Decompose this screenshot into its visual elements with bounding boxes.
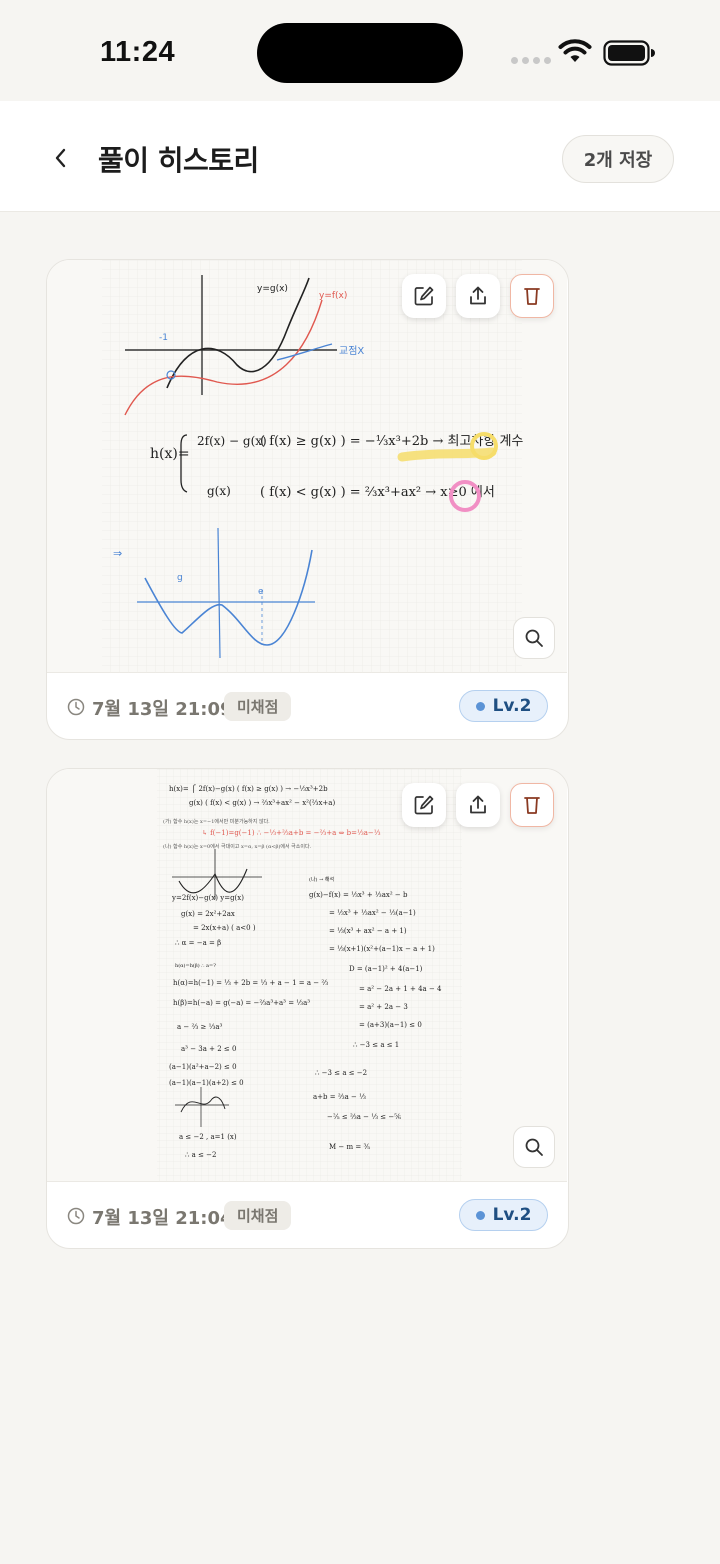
- magnifier-icon: [525, 1138, 543, 1156]
- svg-text:∴ α = −a = β: ∴ α = −a = β: [175, 939, 221, 947]
- signal-icon: [511, 57, 551, 64]
- svg-text:a³ − 3a + 2 ≤ 0: a³ − 3a + 2 ≤ 0: [181, 1045, 236, 1053]
- svg-text:(나) 함수 h(x)는 x=0에서 극대이고 x=α, x: (나) 함수 h(x)는 x=0에서 극대이고 x=α, x=β (α<β)에서…: [163, 843, 312, 850]
- level-badge: Lv.2: [459, 690, 548, 722]
- svg-text:= a² + 2a − 3: = a² + 2a − 3: [359, 1003, 408, 1011]
- svg-text:a − ⅔ ≥ ⅓a³: a − ⅔ ≥ ⅓a³: [177, 1023, 223, 1031]
- clock-icon: [67, 1207, 85, 1225]
- solution-thumbnail[interactable]: y=g(x) y=f(x) 교점X -1 h(x)= 2f(x) − g(x) …: [47, 260, 567, 673]
- card-footer: 7월 13일 21:09 미채점 Lv.2: [47, 674, 567, 739]
- svg-text:(a−1)(a−1)(a+2) ≤ 0: (a−1)(a−1)(a+2) ≤ 0: [169, 1079, 244, 1087]
- svg-text:2f(x) − g(x): 2f(x) − g(x): [197, 434, 267, 448]
- chevron-left-icon: [55, 148, 66, 168]
- delete-button[interactable]: [510, 783, 554, 827]
- svg-text:= ⅓(x+1)(x²+(a−1)x − a + 1): = ⅓(x+1)(x²+(a−1)x − a + 1): [329, 945, 435, 953]
- delete-icon: [524, 288, 540, 305]
- edit-icon: [414, 286, 434, 306]
- clock-icon: [67, 698, 85, 716]
- solution-thumbnail[interactable]: h(x)= ⎧ 2f(x)−g(x) ( f(x) ≥ g(x) ) → −⅓x…: [47, 769, 567, 1182]
- history-card[interactable]: y=g(x) y=f(x) 교점X -1 h(x)= 2f(x) − g(x) …: [46, 259, 569, 740]
- svg-text:g: g: [177, 573, 183, 583]
- svg-text:a ≤ −2 , a=1 (x): a ≤ −2 , a=1 (x): [179, 1133, 237, 1141]
- dynamic-island: [257, 23, 463, 83]
- svg-text:∴ a ≤ −2: ∴ a ≤ −2: [185, 1151, 217, 1159]
- svg-text:( f(x) < g(x) ) = ⅔x³+ax² →: ( f(x) < g(x) ) = ⅔x³+ax² → x≥0 에서: [260, 485, 495, 500]
- svg-text:h(α)=h(−1) = ⅓ + 2b = ⅓ + a −: h(α)=h(−1) = ⅓ + 2b = ⅓ + a − 1 = a − ⅔: [173, 979, 328, 987]
- saved-count-badge: 2개 저장: [562, 135, 674, 183]
- svg-text:= a² − 2a + 1 + 4a − 4: = a² − 2a + 1 + 4a − 4: [359, 985, 442, 993]
- handwriting-image: y=g(x) y=f(x) 교점X -1 h(x)= 2f(x) − g(x) …: [102, 260, 523, 673]
- svg-text:↳ f(−1)=g(−1) ∴ −⅓+⅔a+b = −⅔: ↳ f(−1)=g(−1) ∴ −⅓+⅔a+b = −⅔+a ⇔ b=⅓a−⅓: [202, 829, 381, 837]
- svg-text:(a−1)(a²+a−2) ≤ 0: (a−1)(a²+a−2) ≤ 0: [169, 1063, 237, 1071]
- svg-text:g(x)−f(x) = ⅓x³ + ⅓ax² − b: g(x)−f(x) = ⅓x³ + ⅓ax² − b: [309, 891, 408, 899]
- svg-text:(가) 함수 h(x)는 x=−1에서만 미분가능하지 않다: (가) 함수 h(x)는 x=−1에서만 미분가능하지 않다.: [163, 818, 270, 825]
- svg-text:h(x)= ⎧ 2f(x)−g(x) ( f(x) ≥ g: h(x)= ⎧ 2f(x)−g(x) ( f(x) ≥ g(x) ) → −⅓x…: [169, 784, 328, 793]
- handwriting-image: h(x)= ⎧ 2f(x)−g(x) ( f(x) ≥ g(x) ) → −⅓x…: [157, 769, 462, 1182]
- svg-text:D = (a−1)² + 4(a−1): D = (a−1)² + 4(a−1): [349, 965, 423, 973]
- edit-button[interactable]: [402, 274, 446, 318]
- share-button[interactable]: [456, 783, 500, 827]
- svg-text:∴ −3 ≤ a ≤ 1: ∴ −3 ≤ a ≤ 1: [353, 1041, 399, 1049]
- svg-text:= 2x(x+a) ( a<0 ): = 2x(x+a) ( a<0 ): [193, 924, 256, 932]
- svg-text:= ⅓x³ + ⅓ax² − ⅓(a−1): = ⅓x³ + ⅓ax² − ⅓(a−1): [329, 909, 416, 917]
- level-label: Lv.2: [492, 1205, 532, 1225]
- svg-text:-1: -1: [159, 333, 168, 343]
- delete-button[interactable]: [510, 274, 554, 318]
- grading-status-badge: 미채점: [224, 692, 292, 721]
- svg-text:교점X: 교점X: [339, 345, 364, 357]
- svg-text:h(x)=: h(x)=: [150, 446, 190, 462]
- svg-text:−⅖ ≤ ⅔a − ⅓ ≤ −⅚: −⅖ ≤ ⅔a − ⅓ ≤ −⅚: [327, 1113, 401, 1121]
- svg-text:y=f(x): y=f(x): [319, 291, 347, 301]
- level-badge: Lv.2: [459, 1199, 548, 1231]
- svg-text:∴ −3 ≤ a ≤ −2: ∴ −3 ≤ a ≤ −2: [315, 1069, 367, 1077]
- svg-text:y=g(x): y=g(x): [257, 284, 288, 294]
- wifi-icon: [558, 39, 592, 62]
- svg-text:e: e: [258, 587, 264, 597]
- solution-date: 7월 13일 21:04: [92, 1208, 233, 1229]
- edit-icon: [414, 795, 434, 815]
- delete-icon: [524, 797, 540, 814]
- level-label: Lv.2: [492, 696, 532, 716]
- svg-text:h(α)=h(β) ∴ a=?: h(α)=h(β) ∴ a=?: [175, 962, 216, 969]
- svg-text:g(x) ( f(x) < g(x) ) →: g(x) ( f(x) < g(x) ) → ⅔x³+ax² − x²(⅔x+a…: [189, 799, 335, 807]
- svg-text:= ⅓(x³ + ax² − a + 1): = ⅓(x³ + ax² − a + 1): [329, 927, 407, 935]
- page-title: 풀이 히스토리: [98, 144, 259, 177]
- card-footer: 7월 13일 21:04 미채점 Lv.2: [47, 1183, 567, 1248]
- share-icon: [470, 286, 486, 305]
- svg-text:M − m = ⅗: M − m = ⅗: [329, 1143, 370, 1151]
- zoom-button[interactable]: [513, 1126, 555, 1168]
- svg-text:g(x): g(x): [207, 484, 231, 498]
- zoom-button[interactable]: [513, 617, 555, 659]
- svg-text:= (a+3)(a−1) ≤ 0: = (a+3)(a−1) ≤ 0: [359, 1021, 422, 1029]
- top-header: 풀이 히스토리 2개 저장: [0, 101, 720, 212]
- svg-text:(나) → 해석: (나) → 해석: [309, 876, 334, 883]
- svg-text:a+b = ⅔a − ⅓: a+b = ⅔a − ⅓: [313, 1093, 366, 1101]
- svg-text:y=2f(x)−g(x) y=g(x): y=2f(x)−g(x) y=g(x): [171, 894, 244, 902]
- share-button[interactable]: [456, 274, 500, 318]
- history-card[interactable]: h(x)= ⎧ 2f(x)−g(x) ( f(x) ≥ g(x) ) → −⅓x…: [46, 768, 569, 1249]
- magnifier-icon: [525, 629, 543, 647]
- level-dot: [475, 1210, 485, 1220]
- level-dot: [475, 701, 485, 711]
- battery-icon: [603, 40, 655, 66]
- edit-button[interactable]: [402, 783, 446, 827]
- svg-text:h(β)=h(−a) = g(−a) = −⅔a³+a³: h(β)=h(−a) = g(−a) = −⅔a³+a³ = ⅓a³: [173, 999, 310, 1007]
- svg-text:( f(x) ≥ g(x) ) = −⅓x³+2b → 최고: ( f(x) ≥ g(x) ) = −⅓x³+2b → 최고차항 계수: [260, 434, 523, 449]
- status-time: 11:24: [100, 36, 176, 68]
- status-bar: 11:24: [0, 0, 720, 101]
- svg-text:g(x) = 2x²+2ax: g(x) = 2x²+2ax: [181, 910, 235, 918]
- grading-status-badge: 미채점: [224, 1201, 292, 1230]
- back-button[interactable]: [44, 139, 76, 177]
- solution-date: 7월 13일 21:09: [92, 699, 233, 720]
- svg-text:⇒: ⇒: [113, 547, 122, 560]
- share-icon: [470, 795, 486, 814]
